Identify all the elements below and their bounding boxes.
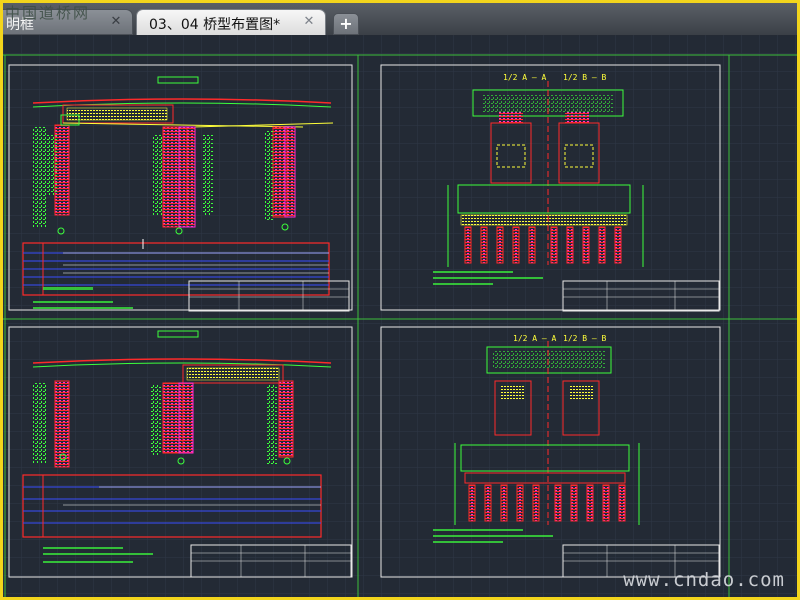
document-tab-bar: 明框 ✕ 03、04 桥型布置图* ✕ +: [3, 3, 797, 36]
tab-bridge-layout[interactable]: 03、04 桥型布置图* ✕: [136, 9, 326, 35]
close-icon[interactable]: ✕: [109, 15, 123, 29]
tab-bridge-layout-label: 03、04 桥型布置图*: [149, 17, 281, 33]
section-label-top-a: 1/2 A — A: [503, 73, 547, 82]
close-icon[interactable]: ✕: [302, 15, 316, 29]
section-label-bottom-a: 1/2 A — A: [513, 334, 557, 343]
plus-icon: +: [339, 14, 353, 33]
cad-window: 明框 ✕ 03、04 桥型布置图* ✕ + 中国道桥网 1/2 A — A 1/…: [3, 3, 797, 597]
new-tab-button[interactable]: +: [333, 13, 359, 35]
tab-previous-drawing-label: 明框: [6, 17, 34, 33]
watermark-url: www.cndao.com: [623, 569, 785, 591]
tab-previous-drawing[interactable]: 明框 ✕: [3, 9, 133, 35]
section-label-bottom-b: 1/2 B — B: [563, 334, 607, 343]
drawing-canvas[interactable]: 1/2 A — A 1/2 B — B 1/2 A — A 1/2 B — B: [3, 35, 797, 597]
section-label-top-b: 1/2 B — B: [563, 73, 607, 82]
